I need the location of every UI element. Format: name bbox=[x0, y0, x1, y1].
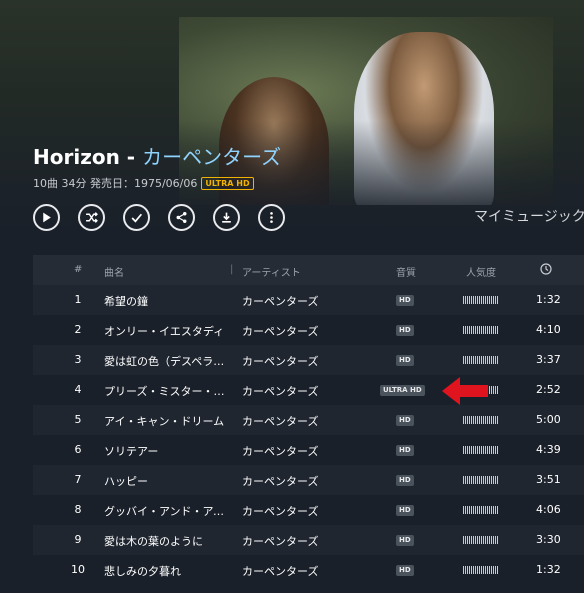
table-row[interactable]: 4 プリーズ・ミスター・ポストマンカーペンターズ ULTRA HD 2:52 bbox=[33, 375, 584, 405]
popularity-bar bbox=[463, 476, 498, 484]
album-meta: 10曲 34分 発売日：1975/06/06 ULTRA HD bbox=[33, 175, 254, 191]
table-row[interactable]: 5 アイ・キャン・ドリーム カーペンターズ HD 5:00 bbox=[33, 405, 584, 435]
table-header: # 曲名 | アーティスト 音質 人気度 bbox=[33, 255, 584, 285]
quality-badge: HD bbox=[396, 445, 414, 456]
track-duration: 3:37 bbox=[536, 353, 561, 366]
quality-badge: HD bbox=[396, 415, 414, 426]
header-num: # bbox=[74, 264, 83, 275]
header-quality: 音質 bbox=[396, 268, 416, 279]
track-artist[interactable]: カーペンターズ bbox=[242, 443, 318, 459]
track-duration: 1:32 bbox=[536, 293, 561, 306]
track-number: 9 bbox=[74, 533, 82, 546]
my-music-button[interactable]: マイミュージック bbox=[474, 206, 584, 226]
track-title[interactable]: グッバイ・アンド・アイ・ラヴ・ユー bbox=[104, 503, 231, 519]
track-number: 8 bbox=[74, 503, 82, 516]
album-name: Horizon bbox=[33, 145, 120, 169]
track-title[interactable]: 悲しみの夕暮れ bbox=[104, 563, 231, 579]
download-icon bbox=[222, 212, 231, 223]
popularity-bar bbox=[463, 416, 498, 424]
track-artist[interactable]: カーペンターズ bbox=[242, 293, 318, 309]
header-popularity[interactable]: 人気度 bbox=[466, 264, 496, 279]
quality-badge: HD bbox=[396, 355, 414, 366]
album-title: Horizon - カーペンターズ bbox=[33, 141, 281, 170]
popularity-bar bbox=[463, 446, 498, 454]
table-row[interactable]: 8 グッバイ・アンド・アイ・ラヴ・ユーカーペンターズ HD 4:06 bbox=[33, 495, 584, 525]
track-duration: 1:32 bbox=[536, 563, 561, 576]
quality-badge: HD bbox=[396, 505, 414, 516]
table-row[interactable]: 6 ソリテアー カーペンターズ HD 4:39 bbox=[33, 435, 584, 465]
popularity-bar bbox=[463, 536, 498, 544]
table-row[interactable]: 3 愛は虹の色（デスペラード） カーペンターズ HD 3:37 bbox=[33, 345, 584, 375]
track-title[interactable]: プリーズ・ミスター・ポストマン bbox=[104, 383, 231, 399]
table-row[interactable]: 10 悲しみの夕暮れ カーペンターズ HD 1:32 bbox=[33, 555, 584, 585]
red-arrow-annotation bbox=[442, 377, 488, 405]
track-title[interactable]: アイ・キャン・ドリーム bbox=[104, 413, 231, 429]
track-artist[interactable]: カーペンターズ bbox=[242, 533, 318, 549]
track-number: 10 bbox=[71, 563, 85, 576]
header-artist[interactable]: アーティスト bbox=[242, 264, 301, 279]
shuffle-button[interactable] bbox=[78, 204, 105, 231]
quality-badge: HD bbox=[396, 325, 414, 336]
share-button[interactable] bbox=[168, 204, 195, 231]
track-artist[interactable]: カーペンターズ bbox=[242, 413, 318, 429]
track-duration: 2:52 bbox=[536, 383, 561, 396]
track-number: 2 bbox=[74, 323, 82, 336]
quality-badge: HD bbox=[396, 475, 414, 486]
quality-badge: HD bbox=[396, 565, 414, 576]
track-number: 6 bbox=[74, 443, 82, 456]
track-duration: 4:39 bbox=[536, 443, 561, 456]
album-meta-text: 10曲 34分 発売日：1975/06/06 bbox=[33, 177, 198, 190]
clock-icon[interactable] bbox=[540, 263, 552, 278]
quality-badge: HD bbox=[396, 535, 414, 546]
table-row[interactable]: 9 愛は木の葉のように カーペンターズ HD 3:30 bbox=[33, 525, 584, 555]
more-icon bbox=[270, 212, 273, 223]
track-duration: 4:10 bbox=[536, 323, 561, 336]
track-number: 4 bbox=[74, 383, 82, 396]
track-duration: 4:06 bbox=[536, 503, 561, 516]
more-button[interactable] bbox=[258, 204, 285, 231]
popularity-bar bbox=[463, 296, 498, 304]
share-icon bbox=[176, 211, 187, 224]
track-artist[interactable]: カーペンターズ bbox=[242, 503, 318, 519]
play-button[interactable] bbox=[33, 204, 60, 231]
track-title[interactable]: 愛は木の葉のように bbox=[104, 533, 231, 549]
track-artist[interactable]: カーペンターズ bbox=[242, 383, 318, 399]
table-row[interactable]: 1 希望の鐘 カーペンターズ HD 1:32 bbox=[33, 285, 584, 315]
track-artist[interactable]: カーペンターズ bbox=[242, 323, 318, 339]
download-button[interactable] bbox=[213, 204, 240, 231]
popularity-bar bbox=[463, 566, 498, 574]
track-number: 1 bbox=[74, 293, 82, 306]
track-number: 5 bbox=[74, 413, 82, 426]
track-duration: 3:30 bbox=[536, 533, 561, 546]
check-icon bbox=[131, 213, 143, 223]
track-artist[interactable]: カーペンターズ bbox=[242, 473, 318, 489]
table-row[interactable]: 2 オンリー・イエスタディ カーペンターズ HD 4:10 bbox=[33, 315, 584, 345]
track-number: 3 bbox=[74, 353, 82, 366]
track-title[interactable]: オンリー・イエスタディ bbox=[104, 323, 231, 339]
ultra-hd-badge: ULTRA HD bbox=[201, 177, 254, 190]
header-song[interactable]: 曲名 bbox=[104, 264, 124, 279]
track-table: # 曲名 | アーティスト 音質 人気度 1 希望の鐘 カーペンターズ HD 1:32 2… bbox=[33, 255, 584, 585]
track-duration: 3:51 bbox=[536, 473, 561, 486]
quality-badge: HD bbox=[396, 295, 414, 306]
track-title[interactable]: 希望の鐘 bbox=[104, 293, 231, 309]
title-separator: - bbox=[126, 145, 136, 169]
popularity-bar bbox=[463, 356, 498, 364]
select-button[interactable] bbox=[123, 204, 150, 231]
popularity-bar bbox=[463, 506, 498, 514]
track-duration: 5:00 bbox=[536, 413, 561, 426]
track-title[interactable]: 愛は虹の色（デスペラード） bbox=[104, 353, 231, 369]
track-artist[interactable]: カーペンターズ bbox=[242, 563, 318, 579]
track-title[interactable]: ソリテアー bbox=[104, 443, 231, 459]
shuffle-icon bbox=[86, 212, 98, 223]
play-icon bbox=[43, 212, 51, 223]
quality-badge: ULTRA HD bbox=[380, 385, 425, 396]
track-artist[interactable]: カーペンターズ bbox=[242, 353, 318, 369]
popularity-bar bbox=[463, 326, 498, 334]
track-number: 7 bbox=[74, 473, 82, 486]
artist-link[interactable]: カーペンターズ bbox=[142, 145, 281, 169]
table-row[interactable]: 7 ハッピー カーペンターズ HD 3:51 bbox=[33, 465, 584, 495]
column-divider: | bbox=[230, 264, 234, 275]
track-title[interactable]: ハッピー bbox=[104, 473, 231, 489]
